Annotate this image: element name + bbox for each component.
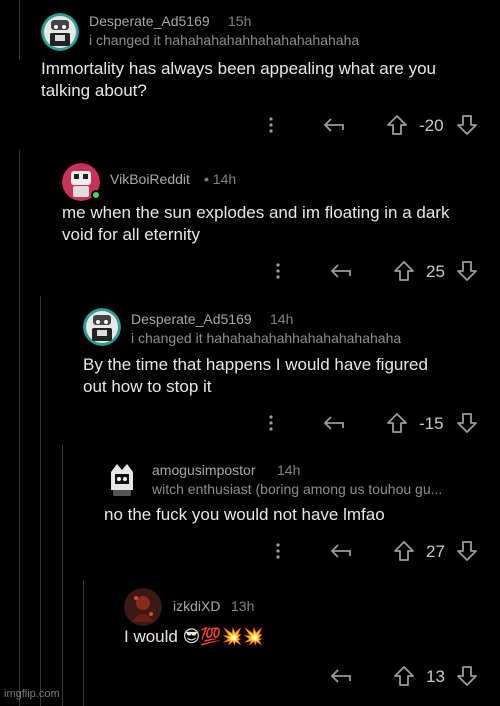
timestamp: 14h (277, 462, 301, 478)
username[interactable]: izkdiXD (173, 598, 220, 614)
avatar-image-icon (103, 460, 141, 498)
comment-body: me when the sun explodes and im floating… (62, 202, 449, 246)
upvote-arrow-icon[interactable] (385, 113, 409, 137)
avatar-image-icon (83, 308, 121, 346)
username[interactable]: Desperate_Ad5169 (89, 13, 210, 29)
more-vertical-icon[interactable] (264, 412, 278, 434)
vote-score: 27 (426, 542, 445, 561)
user-flair: i changed it hahahahahahhahahahahahaha (131, 330, 402, 346)
reply-arrow-icon[interactable] (327, 540, 355, 562)
avatar[interactable] (41, 13, 79, 51)
vote-score: -20 (419, 116, 444, 135)
avatar[interactable] (124, 588, 162, 626)
comment-5: izkdiXD 13h I would 😎💯💥💥 13 (0, 580, 500, 706)
avatar-image-icon (41, 13, 79, 51)
upvote-arrow-icon[interactable] (385, 411, 409, 435)
vote-score: 13 (426, 667, 445, 686)
upvote-arrow-icon[interactable] (392, 259, 416, 283)
downvote-arrow-icon[interactable] (455, 664, 479, 688)
timestamp: 15h (228, 13, 252, 29)
comment-line: Immortality has always been appealing wh… (41, 59, 436, 78)
comment-4: amogusimpostor 14h witch enthusiast (bor… (0, 445, 500, 580)
comment-line: talking about? (41, 81, 147, 100)
reply-arrow-icon[interactable] (320, 412, 348, 434)
comment-line: void for all eternity (62, 225, 200, 244)
user-flair: i changed it hahahahahahhahahahahahaha (89, 32, 360, 48)
upvote-arrow-icon[interactable] (392, 664, 416, 688)
comment-3: Desperate_Ad5169 14h i changed it hahaha… (0, 296, 500, 445)
timestamp: 13h (231, 598, 255, 614)
comment-2: VikBoiReddit • 14h me when the sun explo… (0, 150, 500, 296)
comment-body: I would 😎💯💥💥 (124, 626, 264, 648)
reply-arrow-icon[interactable] (327, 260, 355, 282)
comment-line: I would 😎💯💥💥 (124, 627, 264, 646)
reply-arrow-icon[interactable] (327, 665, 355, 687)
more-vertical-icon[interactable] (271, 540, 285, 562)
comment-line: no the fuck you would not have lmfao (104, 505, 385, 524)
comment-line: out how to stop it (83, 377, 212, 396)
comment-line: By the time that happens I would have fi… (83, 355, 428, 374)
vote-score: 25 (426, 262, 445, 281)
comment-body: no the fuck you would not have lmfao (104, 504, 385, 526)
downvote-arrow-icon[interactable] (455, 259, 479, 283)
avatar[interactable] (83, 308, 121, 346)
watermark: imgflip.com (4, 688, 60, 700)
reply-arrow-icon[interactable] (320, 114, 348, 136)
username[interactable]: Desperate_Ad5169 (131, 311, 252, 327)
online-indicator-icon (91, 190, 101, 200)
username[interactable]: amogusimpostor (152, 462, 256, 478)
more-vertical-icon[interactable] (271, 260, 285, 282)
avatar[interactable] (103, 460, 141, 498)
user-flair: witch enthusiast (boring among us touhou… (152, 481, 443, 497)
downvote-arrow-icon[interactable] (455, 539, 479, 563)
upvote-arrow-icon[interactable] (392, 539, 416, 563)
comment-body: Immortality has always been appealing wh… (41, 58, 436, 102)
downvote-arrow-icon[interactable] (455, 411, 479, 435)
comment-line: me when the sun explodes and im floating… (62, 203, 450, 222)
more-vertical-icon[interactable] (264, 114, 278, 136)
avatar-image-icon (124, 588, 162, 626)
comment-1: Desperate_Ad5169 15h i changed it hahaha… (0, 0, 500, 150)
comment-body: By the time that happens I would have fi… (83, 354, 428, 398)
username[interactable]: VikBoiReddit (110, 171, 190, 187)
timestamp: 14h (270, 311, 294, 327)
timestamp: • 14h (204, 171, 237, 187)
vote-score: -15 (419, 414, 444, 433)
downvote-arrow-icon[interactable] (455, 113, 479, 137)
